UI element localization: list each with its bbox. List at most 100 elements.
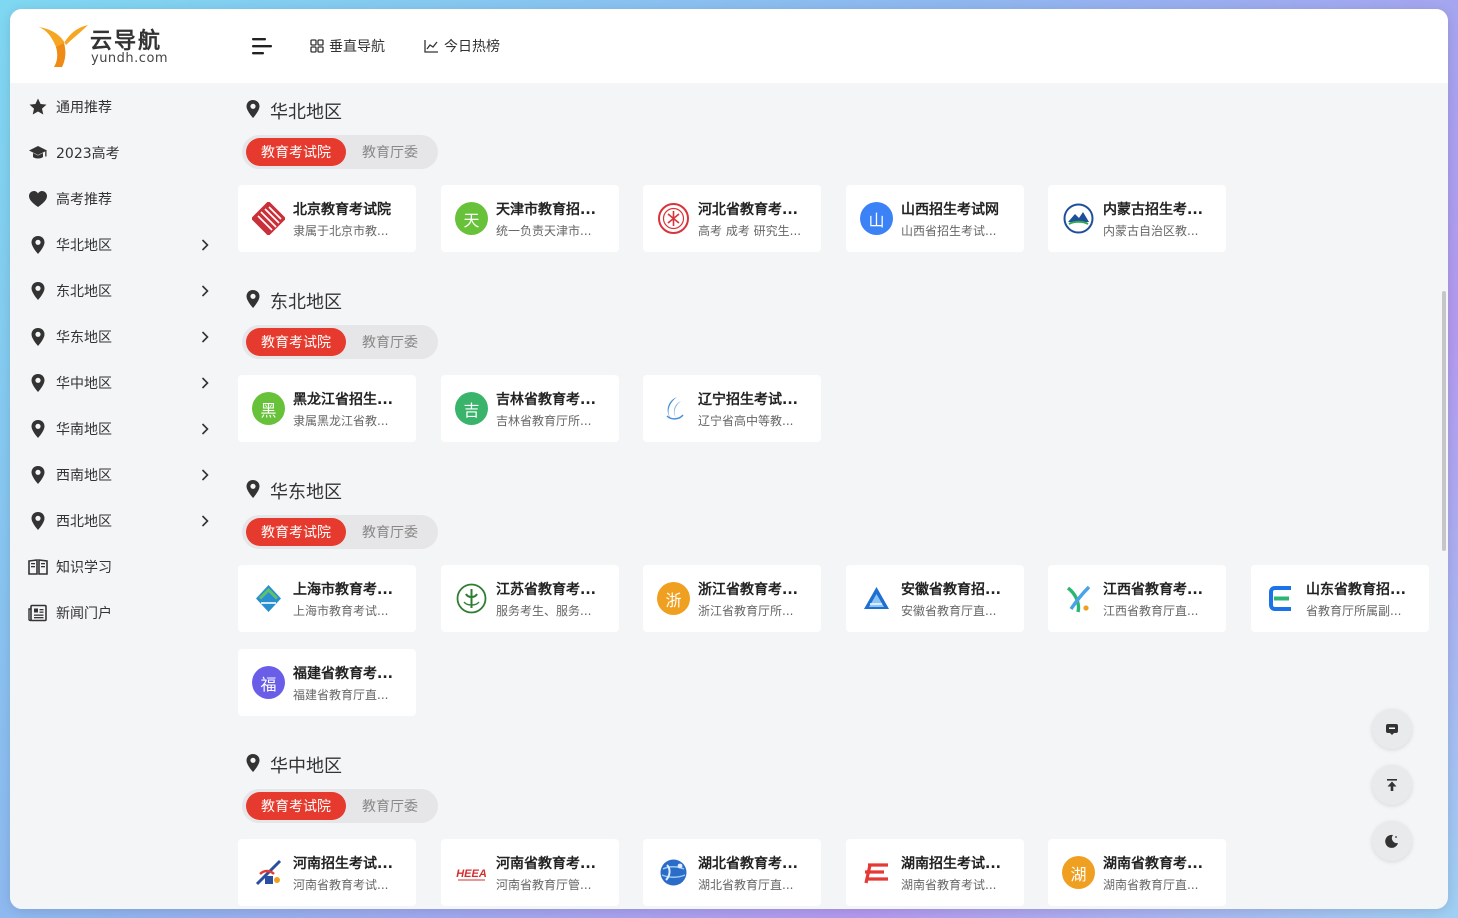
site-card[interactable]: 安徽省教育招... 安徽省教育厅直... — [846, 565, 1024, 632]
card-grid: 黑黑龙江省招生... 隶属黑龙江省教... 吉吉林省教育考... 吉林省教育厅所...… — [236, 375, 1446, 459]
card-title: 湖北省教育考... — [698, 855, 798, 872]
vertical-nav-link[interactable]: 垂直导航 — [310, 36, 385, 56]
logo-text-en: yundh.com — [91, 51, 169, 66]
logo[interactable]: 云导航 yundh.com — [10, 9, 228, 83]
card-title: 浙江省教育考... — [698, 581, 798, 598]
site-card[interactable]: 吉吉林省教育考... 吉林省教育厅所... — [441, 375, 619, 442]
back-to-top-button[interactable] — [1372, 765, 1412, 805]
chevron-right-icon[interactable] — [198, 422, 212, 436]
chat-button[interactable] — [1372, 709, 1412, 749]
card-title: 河南招生考试... — [293, 855, 393, 872]
site-card[interactable]: 河南招生考试... 河南省教育考试... — [238, 839, 416, 906]
location-pin-icon — [28, 281, 48, 301]
graduation-cap-icon — [28, 143, 48, 163]
site-card[interactable]: 浙浙江省教育考... 浙江省教育厅所... — [643, 565, 821, 632]
tab-exam-institute[interactable]: 教育考试院 — [246, 328, 346, 356]
chevron-right-icon[interactable] — [198, 238, 212, 252]
location-pin-icon — [236, 289, 270, 314]
site-card[interactable]: 山东省教育招... 省教育厅所属副... — [1251, 565, 1429, 632]
dark-mode-button[interactable] — [1372, 821, 1412, 861]
sidebar-item-9[interactable]: 西北地区 — [10, 498, 228, 544]
anhui-logo-icon — [860, 582, 893, 615]
sidebar-item-5[interactable]: 华东地区 — [10, 314, 228, 360]
sidebar-item-2[interactable]: 高考推荐 — [10, 176, 228, 222]
sidebar-item-8[interactable]: 西南地区 — [10, 452, 228, 498]
category-tabs: 教育考试院 教育厅委 — [242, 515, 438, 549]
scrollbar[interactable] — [1442, 291, 1446, 551]
sidebar-item-label: 新闻门户 — [56, 606, 112, 622]
sidebar-item-4[interactable]: 东北地区 — [10, 268, 228, 314]
card-text: 辽宁招生考试... 辽宁省高中等教... — [698, 389, 816, 429]
card-text: 吉林省教育考... 吉林省教育厅所... — [496, 389, 614, 429]
tab-education-department[interactable]: 教育厅委 — [346, 518, 434, 546]
menu-toggle-icon[interactable] — [250, 36, 272, 56]
site-card[interactable]: 辽宁招生考试... 辽宁省高中等教... — [643, 375, 821, 442]
category-tabs: 教育考试院 教育厅委 — [242, 135, 438, 169]
site-card[interactable]: 河北省教育考... 高考 成考 研究生... — [643, 185, 821, 252]
chevron-right-icon[interactable] — [198, 376, 212, 390]
fu-char-icon: 福 — [252, 666, 285, 699]
card-logo-char: 吉 — [463, 400, 480, 420]
sidebar-item-3[interactable]: 华北地区 — [10, 222, 228, 268]
sidebar-item-10[interactable]: 知识学习 — [10, 544, 228, 590]
section-title-text: 华中地区 — [270, 756, 342, 777]
tab-education-department[interactable]: 教育厅委 — [346, 328, 434, 356]
site-card[interactable]: HEEA 河南省教育考... 河南省教育厅管... — [441, 839, 619, 906]
card-description: 内蒙古自治区教... — [1103, 223, 1199, 238]
card-title: 湖南招生考试... — [901, 855, 1001, 872]
site-card[interactable]: 湖北省教育考... 湖北省教育厅直... — [643, 839, 821, 906]
sidebar-item-label: 华南地区 — [56, 422, 112, 438]
sidebar-item-11[interactable]: 新闻门户 — [10, 590, 228, 636]
site-card[interactable]: 江西省教育考... 江西省教育厅直... — [1048, 565, 1226, 632]
card-text: 湖南招生考试... 湖南省教育考试... — [901, 853, 1019, 893]
sidebar-item-6[interactable]: 华中地区 — [10, 360, 228, 406]
site-card[interactable]: 黑黑龙江省招生... 隶属黑龙江省教... — [238, 375, 416, 442]
card-title: 河北省教育考... — [698, 201, 798, 218]
hot-today-link[interactable]: 今日热榜 — [424, 36, 500, 56]
liaoning-logo-icon — [657, 392, 690, 425]
card-title: 吉林省教育考... — [496, 391, 596, 408]
sidebar-item-label: 华东地区 — [56, 330, 112, 346]
zhe-char-icon: 浙 — [657, 582, 690, 615]
tab-exam-institute[interactable]: 教育考试院 — [246, 518, 346, 546]
tab-education-department[interactable]: 教育厅委 — [346, 792, 434, 820]
site-card[interactable]: 上海市教育考... 上海市教育考试... — [238, 565, 416, 632]
site-card[interactable]: 湖南招生考试... 湖南省教育考试... — [846, 839, 1024, 906]
section-title-text: 东北地区 — [270, 292, 342, 313]
topbar: 垂直导航 今日热榜 — [228, 9, 1448, 83]
chevron-right-icon[interactable] — [198, 468, 212, 482]
site-card[interactable]: 天天津市教育招... 统一负责天津市... — [441, 185, 619, 252]
book-icon — [28, 557, 48, 577]
sidebar-item-7[interactable]: 华南地区 — [10, 406, 228, 452]
card-description: 安徽省教育厅直... — [901, 603, 997, 618]
hebei-seal-icon — [657, 202, 690, 235]
tab-education-department[interactable]: 教育厅委 — [346, 138, 434, 166]
chevron-right-icon[interactable] — [198, 284, 212, 298]
card-description: 省教育厅所属副... — [1306, 603, 1402, 618]
sidebar-item-0[interactable]: 通用推荐 — [10, 84, 228, 130]
region-section: 华中地区教育考试院 教育厅委河南招生考试... 河南省教育考试... HEEA 河南省教… — [236, 753, 1446, 909]
site-card[interactable]: 福福建省教育考... 福建省教育厅直... — [238, 649, 416, 716]
yundh-logo-icon — [38, 25, 88, 67]
card-logo-char: 天 — [463, 210, 480, 230]
card-text: 天津市教育招... 统一负责天津市... — [496, 199, 614, 239]
site-card[interactable]: 山山西招生考试网 山西省招生考试... — [846, 185, 1024, 252]
chevron-right-icon[interactable] — [198, 514, 212, 528]
card-title: 湖南省教育考... — [1103, 855, 1203, 872]
card-description: 服务考生、服务... — [496, 603, 592, 618]
ji-char-icon: 吉 — [455, 392, 488, 425]
hunan-logo-icon — [860, 856, 893, 889]
site-card[interactable]: 江苏省教育考... 服务考生、服务... — [441, 565, 619, 632]
site-card[interactable]: 内蒙古招生考... 内蒙古自治区教... — [1048, 185, 1226, 252]
tab-exam-institute[interactable]: 教育考试院 — [246, 138, 346, 166]
card-text: 江西省教育考... 江西省教育厅直... — [1103, 579, 1221, 619]
site-card[interactable]: 湖湖南省教育考... 湖南省教育厅直... — [1048, 839, 1226, 906]
tab-exam-institute[interactable]: 教育考试院 — [246, 792, 346, 820]
region-section: 东北地区教育考试院 教育厅委黑黑龙江省招生... 隶属黑龙江省教... 吉吉林省教育考… — [236, 289, 1446, 459]
sidebar-item-label: 东北地区 — [56, 284, 112, 300]
sidebar-menu: 通用推荐 2023高考 高考推荐 华北地区东北地区华东地区华中地区华南地区西南地区 西北… — [10, 84, 228, 636]
sidebar-item-1[interactable]: 2023高考 — [10, 130, 228, 176]
chevron-right-icon[interactable] — [198, 330, 212, 344]
card-title: 上海市教育考... — [293, 581, 393, 598]
site-card[interactable]: 北京教育考试院 隶属于北京市教... — [238, 185, 416, 252]
